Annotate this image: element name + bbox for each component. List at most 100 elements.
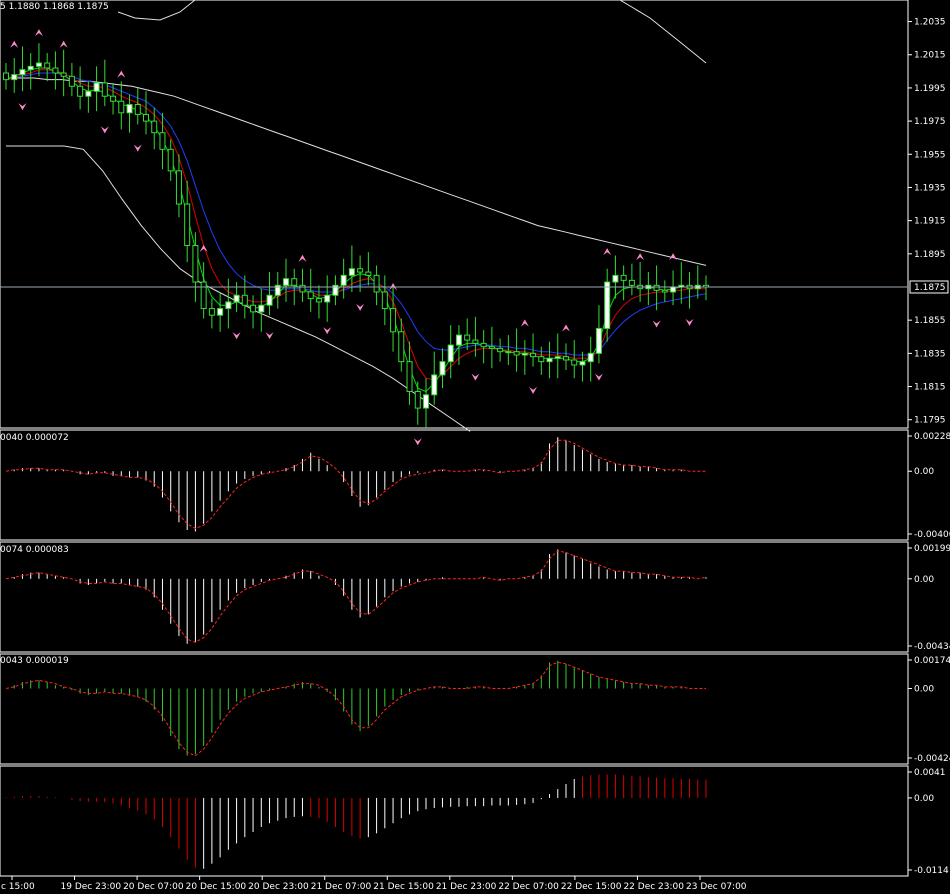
- candle-body: [60, 72, 67, 77]
- y-tick-label: 1.2035: [914, 18, 946, 28]
- indicator-tick-label: 0.00: [914, 467, 934, 477]
- indicator-tick-label: -0.00434: [914, 642, 950, 652]
- x-tick-label: 22 Dec 07:00: [498, 882, 559, 892]
- candle-body: [175, 170, 182, 205]
- candle-body: [200, 281, 207, 310]
- candle-body: [324, 294, 331, 303]
- x-tick-label: 20 Dec 15:00: [186, 882, 247, 892]
- fractal-up-marker: [34, 29, 43, 37]
- fractal-up-marker: [562, 324, 570, 332]
- current-price-label: 1.1875: [914, 283, 946, 293]
- candle-body: [373, 274, 380, 293]
- fractal-down-marker: [356, 303, 365, 311]
- candle-body: [357, 268, 364, 273]
- candle-body: [348, 268, 355, 276]
- fractal-down-marker: [232, 332, 241, 340]
- candle-body: [447, 344, 454, 363]
- candle-body: [612, 274, 619, 283]
- candle-body: [44, 62, 51, 69]
- candle-body: [439, 361, 446, 376]
- trading-chart[interactable]: 1.2035 1.2015 1.1995 1.1975 1.1955 1.1935 1.19…: [0, 0, 950, 894]
- candle-body: [134, 104, 141, 115]
- indicator-tick-label: 0.0041: [914, 768, 946, 778]
- x-tick-label: 21 Dec 15:00: [373, 882, 434, 892]
- candle-body: [628, 279, 635, 286]
- x-tick-label: c 15:00: [1, 882, 35, 892]
- candle-body: [423, 394, 429, 409]
- fractal-up-marker: [636, 253, 645, 261]
- x-tick-label: 21 Dec 07:00: [311, 882, 372, 892]
- candle-body: [143, 113, 149, 122]
- indicator-panes[interactable]: [5, 437, 707, 869]
- x-tick-label: 22 Dec 15:00: [561, 882, 622, 892]
- price-pane[interactable]: [0, 0, 908, 446]
- signal-line: [5, 661, 706, 757]
- fractal-up-marker: [298, 254, 307, 262]
- candle-body: [365, 271, 372, 276]
- candle-body: [68, 75, 75, 87]
- y-tick-label: 1.1935: [914, 183, 946, 193]
- candle-body: [192, 245, 199, 283]
- candle-body: [19, 69, 26, 76]
- y-tick-label: 1.1975: [914, 117, 946, 127]
- ohlc-readout: 5 1.1880 1.1868 1.1875: [0, 2, 109, 12]
- candle-body: [184, 203, 191, 247]
- candle-body: [670, 286, 677, 293]
- candle-body: [620, 274, 627, 281]
- fractal-up-marker: [10, 40, 19, 48]
- fractal-down-marker: [100, 126, 109, 134]
- candle-body: [93, 82, 100, 92]
- candle-body: [521, 352, 528, 356]
- y-tick-label: 1.2015: [914, 51, 946, 61]
- fractal-down-marker: [594, 373, 603, 381]
- candle-body: [340, 274, 347, 286]
- x-tick-label: 20 Dec 07:00: [123, 882, 184, 892]
- candle-body: [587, 352, 594, 363]
- indicator-tick-label: 0.00: [914, 794, 934, 804]
- candle-body: [579, 361, 586, 366]
- indicator-3-readout: 0043 0.000019: [0, 656, 69, 666]
- candle-body: [480, 342, 487, 348]
- indicator-2-readout: 0074 0.000083: [0, 545, 69, 555]
- candle-body: [546, 357, 553, 363]
- candle-body: [455, 334, 462, 346]
- candle-body: [505, 351, 512, 354]
- candle-body: [530, 352, 537, 358]
- x-tick-label: 19 Dec 23:00: [61, 882, 122, 892]
- candle-body: [159, 132, 166, 150]
- pane-frame: [0, 429, 909, 541]
- candle-body: [464, 334, 471, 341]
- ma-slow-line: [5, 72, 707, 356]
- candle-body: [11, 74, 18, 81]
- candle-body: [513, 351, 520, 356]
- y-tick-label: 1.1955: [914, 150, 946, 160]
- y-tick-label: 1.1855: [914, 316, 946, 326]
- indicator-tick-label: 0.00199: [914, 544, 950, 554]
- candle-body: [85, 90, 92, 97]
- candle-body: [241, 294, 248, 306]
- candle-body: [414, 391, 421, 409]
- y-tick-label: 1.1895: [914, 250, 946, 260]
- fractal-down-marker: [133, 144, 142, 152]
- candle-body: [472, 339, 479, 344]
- fractal-up-marker: [603, 248, 612, 256]
- candle-body: [538, 356, 545, 363]
- x-tick-label: 23 Dec 07:00: [686, 882, 747, 892]
- fractal-down-marker: [265, 332, 274, 340]
- candle-body: [488, 346, 495, 349]
- candle-body: [554, 356, 561, 359]
- candle-body: [118, 100, 125, 114]
- indicator-tick-label: -0.00424: [914, 754, 950, 764]
- pane-frame: [0, 765, 909, 877]
- candle-body: [497, 347, 504, 353]
- candle-body: [208, 308, 215, 316]
- candle-body: [661, 289, 668, 293]
- candle-body: [406, 361, 413, 393]
- candle-body: [398, 331, 405, 363]
- candle-body: [77, 85, 84, 97]
- candle-body: [258, 304, 265, 313]
- candle-body: [250, 304, 257, 313]
- time-axis: c 15:00 19 Dec 23:00 20 Dec 07:00 20 Dec 15…: [1, 876, 747, 892]
- candle-body: [266, 294, 273, 306]
- pane-frames: [0, 0, 909, 877]
